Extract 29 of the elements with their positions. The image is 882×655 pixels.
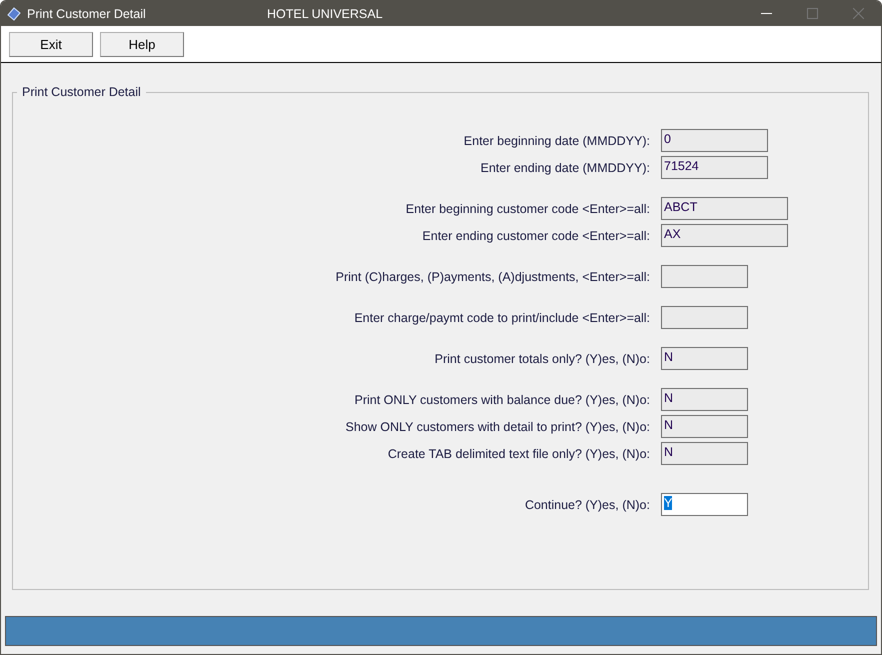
exit-button[interactable]: Exit [9,32,93,56]
input-field[interactable]: N [661,442,748,465]
input-field[interactable]: 71524 [661,156,768,179]
input-field[interactable] [661,265,748,288]
field-label: Print ONLY customers with balance due? (Y)es, (N)o: [354,392,650,406]
field-label: Continue? (Y)es, (N)o: [524,498,650,512]
field-label: Print (C)harges, (P)ayments, (A)djustments, <Enter>=all: [334,270,650,284]
field-label: Print customer totals only? (Y)es, (N)o: [434,352,650,366]
field-label: Enter ending date (MMDDYY): [479,160,650,174]
field-label: Enter beginning customer code <Enter>=all: [404,202,650,216]
field-label: Enter charge/paymt code to print/include <Enter>=all: [353,310,650,324]
input-field[interactable]: ABCT [661,197,788,220]
field-label: Show ONLY customers with detail to print? (Y)es, (N)o: [344,420,650,434]
input-field[interactable]: AX [661,224,788,247]
app-icon [7,6,21,20]
field-label: Create TAB delimited text file only? (Y)es, (N)o: [386,446,650,460]
help-button[interactable]: Help [100,32,184,56]
panel-legend: Print Customer Detail [17,85,146,99]
input-field[interactable]: Y [661,493,748,516]
input-field[interactable] [661,306,748,329]
input-field[interactable]: N [661,415,748,438]
field-label: Enter ending customer code <Enter>=all: [421,228,650,242]
input-field[interactable]: N [661,347,748,370]
window-title: Print Customer Detail [27,6,147,20]
field-label: Enter beginning date (MMDDYY): [462,134,650,148]
window-subtitle: HOTEL UNIVERSAL [267,6,383,20]
minimize-icon[interactable] [760,13,772,14]
input-field[interactable]: N [661,388,748,411]
input-field[interactable]: 0 [661,129,768,152]
